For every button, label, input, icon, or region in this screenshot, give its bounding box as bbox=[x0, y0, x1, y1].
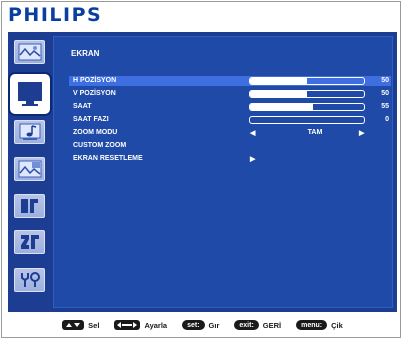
exit-key: exit: bbox=[234, 320, 259, 330]
sidebar-item-audio[interactable] bbox=[14, 120, 45, 144]
menu-item-custom-zoom[interactable]: CUSTOM ZOOM bbox=[69, 141, 391, 151]
hint-label: Ayarla bbox=[144, 320, 168, 330]
sidebar-item-configuration2[interactable] bbox=[14, 230, 45, 254]
hint-label: GERİ bbox=[262, 320, 282, 330]
sidebar-item-pip[interactable] bbox=[14, 157, 45, 181]
sidebar-item-configuration1[interactable] bbox=[14, 194, 45, 218]
right-arrow-icon[interactable]: ▶ bbox=[250, 155, 255, 163]
menu-item-label: V POZİSYON bbox=[73, 90, 116, 97]
zoom-mode-value: TAM bbox=[307, 129, 323, 136]
hint-select: Sel bbox=[62, 320, 99, 330]
menu-item-zoom-mode[interactable]: ZOOM MODU ◀ TAM ▶ bbox=[69, 128, 391, 138]
up-down-keys-icon bbox=[62, 320, 85, 330]
hint-label: Çik bbox=[331, 320, 343, 330]
h-position-slider[interactable] bbox=[249, 77, 365, 85]
audio-icon bbox=[19, 123, 40, 140]
menu-item-label: CUSTOM ZOOM bbox=[73, 142, 127, 149]
pip-icon bbox=[18, 160, 41, 178]
menu-item-value: 50 bbox=[381, 77, 389, 84]
hint-label: Sel bbox=[88, 320, 100, 330]
hint-exit: menu: Çik bbox=[296, 320, 343, 330]
menu-item-label: ZOOM MODU bbox=[73, 129, 118, 136]
hint-label: Gır bbox=[208, 320, 220, 330]
hint-back: exit: GERİ bbox=[234, 320, 281, 330]
clock-phase-slider[interactable] bbox=[249, 116, 365, 124]
slider-fill bbox=[250, 78, 307, 84]
menu-item-h-position[interactable]: H POZİSYON 50 bbox=[69, 76, 391, 86]
menu-item-screen-reset[interactable]: EKRAN RESETLEME ▶ bbox=[69, 154, 391, 164]
menu-key: menu: bbox=[296, 320, 328, 330]
sidebar-item-advanced-option[interactable] bbox=[14, 268, 45, 292]
key-hint-bar: Sel Ayarla set: Gır exit: GERİ menu: Çik bbox=[8, 315, 397, 335]
slider-fill bbox=[250, 91, 307, 97]
hint-adjust: Ayarla bbox=[114, 320, 167, 330]
slider-fill bbox=[250, 104, 313, 110]
menu-item-v-position[interactable]: V POZİSYON 50 bbox=[69, 89, 391, 99]
left-right-keys-icon bbox=[114, 320, 141, 330]
picture-icon bbox=[18, 43, 41, 61]
menu-item-label: SAAT bbox=[73, 103, 92, 110]
sidebar-item-screen[interactable] bbox=[10, 74, 50, 114]
configuration1-icon bbox=[20, 199, 38, 213]
menu-item-clock-phase[interactable]: SAAT FAZI 0 bbox=[69, 115, 391, 125]
set-key: set: bbox=[182, 320, 205, 330]
menu-item-value: 50 bbox=[381, 90, 389, 97]
menu-item-value: 55 bbox=[381, 103, 389, 110]
right-arrow-icon[interactable]: ▶ bbox=[359, 129, 364, 137]
brand-logo: PHILIPS bbox=[8, 4, 103, 26]
hint-enter: set: Gır bbox=[182, 320, 219, 330]
configuration2-icon bbox=[20, 235, 39, 249]
screen-panel: EKRAN H POZİSYON 50 V POZİSYON 50 SAAT 5… bbox=[53, 36, 393, 308]
sidebar-item-picture[interactable] bbox=[14, 40, 45, 64]
left-arrow-icon[interactable]: ◀ bbox=[250, 129, 255, 137]
menu-item-value: 0 bbox=[385, 116, 389, 123]
menu-item-label: EKRAN RESETLEME bbox=[73, 155, 143, 162]
menu-item-label: SAAT FAZI bbox=[73, 116, 109, 123]
menu-item-label: H POZİSYON bbox=[73, 77, 117, 84]
v-position-slider[interactable] bbox=[249, 90, 365, 98]
screen-icon bbox=[18, 82, 42, 106]
osd-window: PHILIPS EKRAN H POZİSYON 50 V POZİSYON 5… bbox=[1, 1, 401, 338]
osd-menu: EKRAN H POZİSYON 50 V POZİSYON 50 SAAT 5… bbox=[8, 32, 397, 312]
panel-title: EKRAN bbox=[71, 49, 100, 58]
menu-sidebar bbox=[8, 32, 51, 312]
clock-slider[interactable] bbox=[249, 103, 365, 111]
advanced-option-icon bbox=[20, 272, 40, 287]
menu-item-clock[interactable]: SAAT 55 bbox=[69, 102, 391, 112]
